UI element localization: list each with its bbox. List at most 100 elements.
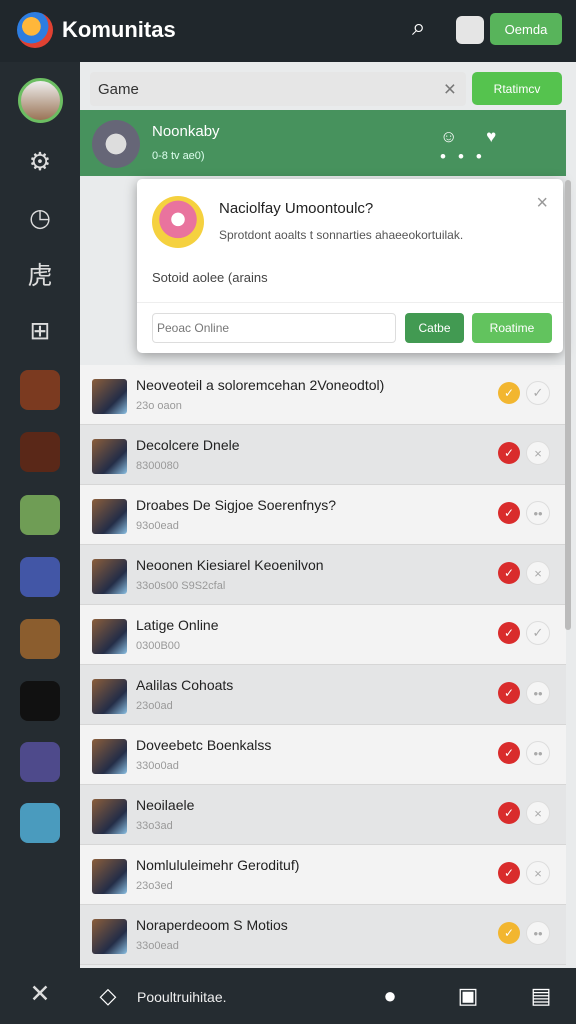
check-red-icon[interactable]: ✓ [498, 502, 520, 524]
row-action-icon[interactable]: •• [526, 501, 550, 525]
check-red-icon[interactable]: ✓ [498, 562, 520, 584]
game-server-icon[interactable] [20, 370, 60, 410]
row-action-icon[interactable]: × [526, 561, 550, 585]
list-item[interactable]: Neoilaele 33o3ad ✓ × [80, 785, 566, 845]
search-action-button[interactable]: Rtatimcv [472, 72, 562, 105]
check-red-icon[interactable]: ✓ [498, 682, 520, 704]
game-thumbnail [92, 799, 127, 834]
game-thumbnail [92, 859, 127, 894]
game-thumbnail [92, 919, 127, 954]
game-thumbnail [92, 739, 127, 774]
tools-icon[interactable]: ✕ [20, 974, 60, 1014]
list-item-meta: 0300B00 [136, 640, 181, 652]
row-action-icon[interactable]: ✓ [526, 381, 550, 405]
app-title: Komunitas [62, 17, 176, 42]
featured-icons[interactable]: ☺ ♥ ••• [440, 127, 566, 167]
list-item-meta: 23o0ad [136, 700, 173, 712]
game-server-icon[interactable] [20, 495, 60, 535]
list-item-name: Nomlululeimehr Gerodituf) [136, 857, 300, 873]
row-action-icon[interactable]: ✓ [526, 621, 550, 645]
list-item-meta: 330o0ad [136, 760, 179, 772]
game-server-icon[interactable] [20, 619, 60, 659]
bottom-bar: ◇ Pooultruihitae. ● ▣ ▤ [80, 968, 576, 1024]
list-item-name: Neoveoteil a soloremcehan 2Voneodtol) [136, 377, 385, 393]
list-item[interactable]: Droabes De Sigjoe Soerenfnys? 93o0ead ✓ … [80, 485, 566, 545]
list-item[interactable]: Neoveoteil a soloremcehan 2Voneodtol) 23… [80, 365, 566, 425]
row-action-icon[interactable]: •• [526, 681, 550, 705]
shield-icon[interactable]: ◇ [94, 982, 122, 1010]
list-item-name: Doveebetc Boenkalss [136, 737, 272, 753]
dialog-confirm-button[interactable]: Roatime [472, 313, 552, 343]
list-item-meta: 8300080 [136, 460, 179, 472]
list-item[interactable]: Decolcere Dnele 8300080 ✓ × [80, 425, 566, 485]
game-thumbnail [92, 559, 127, 594]
list-item-name: Neoonen Kiesiarel Keoenilvon [136, 557, 324, 573]
user-avatar[interactable] [18, 78, 63, 123]
bottom-label: Pooultruihitae. [137, 989, 227, 1005]
dialog-input[interactable]: Peoac Online [152, 313, 396, 343]
chat-icon[interactable] [456, 16, 484, 44]
compass-icon[interactable]: ◷ [20, 198, 60, 238]
search-input[interactable]: Game × [90, 72, 466, 106]
dialog-cancel-button[interactable]: Catbe [405, 313, 464, 343]
game-thumbnail [92, 439, 127, 474]
list-item-name: Decolcere Dnele [136, 437, 240, 453]
check-red-icon[interactable]: ✓ [498, 742, 520, 764]
list-item[interactable]: Nomlululeimehr Gerodituf) 23o3ed ✓ × [80, 845, 566, 905]
dialog-description: Sprotdont aoalts t sonnarties ahaeeokort… [219, 228, 464, 242]
kanji-icon[interactable]: 虎 [20, 254, 60, 294]
row-action-icon[interactable]: •• [526, 741, 550, 765]
check-red-icon[interactable]: ✓ [498, 862, 520, 884]
check-red-icon[interactable]: ✓ [498, 622, 520, 644]
game-server-icon[interactable] [20, 432, 60, 472]
list-item[interactable]: Latige Online 0300B00 ✓ ✓ [80, 605, 566, 665]
featured-row[interactable]: Noonkaby 0-8 tv ae0) ☺ ♥ ••• [80, 110, 566, 176]
list-item-meta: 33o0s00 S9S2cfal [136, 580, 226, 592]
scrollbar[interactable] [565, 180, 571, 630]
settings-icon[interactable]: ⚙ [20, 142, 60, 182]
game-thumbnail [92, 379, 127, 414]
gift-icon[interactable]: ▣ [454, 982, 482, 1010]
dialog-divider [137, 302, 563, 303]
list-item-name: Aalilas Cohoats [136, 677, 234, 693]
list-item-meta: 33o0ead [136, 940, 179, 952]
row-action-icon[interactable]: × [526, 801, 550, 825]
user-icon[interactable]: ● [376, 982, 404, 1010]
game-thumbnail [92, 679, 127, 714]
list-item-meta: 23o3ed [136, 880, 173, 892]
list-item-meta: 93o0ead [136, 520, 179, 532]
list-item[interactable]: Noraperdeoom S Motios 33o0ead ✓ •• [80, 905, 566, 965]
game-server-icon[interactable] [20, 557, 60, 597]
top-action-button[interactable]: Oemda [490, 13, 562, 45]
row-action-icon[interactable]: × [526, 441, 550, 465]
row-action-icon[interactable]: × [526, 861, 550, 885]
check-warning-icon[interactable]: ✓ [498, 922, 520, 944]
calendar-icon[interactable]: ▤ [527, 982, 555, 1010]
list-item[interactable]: Neoonen Kiesiarel Keoenilvon 33o0s00 S9S… [80, 545, 566, 605]
game-server-icon[interactable] [20, 803, 60, 843]
list-item-name: Noraperdeoom S Motios [136, 917, 288, 933]
game-thumbnail [92, 619, 127, 654]
list-item[interactable]: Doveebetc Boenkalss 330o0ad ✓ •• [80, 725, 566, 785]
featured-subtitle: 0-8 tv ae0) [152, 150, 205, 162]
search-icon[interactable]: ⌕ [412, 14, 442, 44]
game-server-icon[interactable] [20, 681, 60, 721]
top-bar: Komunitas ⌕ Oemda [0, 0, 576, 62]
list-item-meta: 23o oaon [136, 400, 182, 412]
list-item[interactable]: Aalilas Cohoats 23o0ad ✓ •• [80, 665, 566, 725]
dialog-title: Naciolfay Umoontoulc? [219, 200, 374, 217]
app-logo-icon [17, 12, 53, 48]
row-action-icon[interactable]: •• [526, 921, 550, 945]
clear-search-icon[interactable]: × [444, 78, 456, 102]
game-server-icon[interactable] [20, 742, 60, 782]
featured-title: Noonkaby [152, 123, 220, 140]
check-red-icon[interactable]: ✓ [498, 442, 520, 464]
game-thumbnail [92, 499, 127, 534]
close-icon[interactable]: × [536, 192, 548, 215]
check-red-icon[interactable]: ✓ [498, 802, 520, 824]
list-item-name: Neoilaele [136, 797, 195, 813]
list-item-name: Droabes De Sigjoe Soerenfnys? [136, 497, 337, 513]
confirm-dialog: Naciolfay Umoontoulc? Sprotdont aoalts t… [137, 179, 563, 353]
check-warning-icon[interactable]: ✓ [498, 382, 520, 404]
grid-icon[interactable]: ⊞ [20, 311, 60, 351]
